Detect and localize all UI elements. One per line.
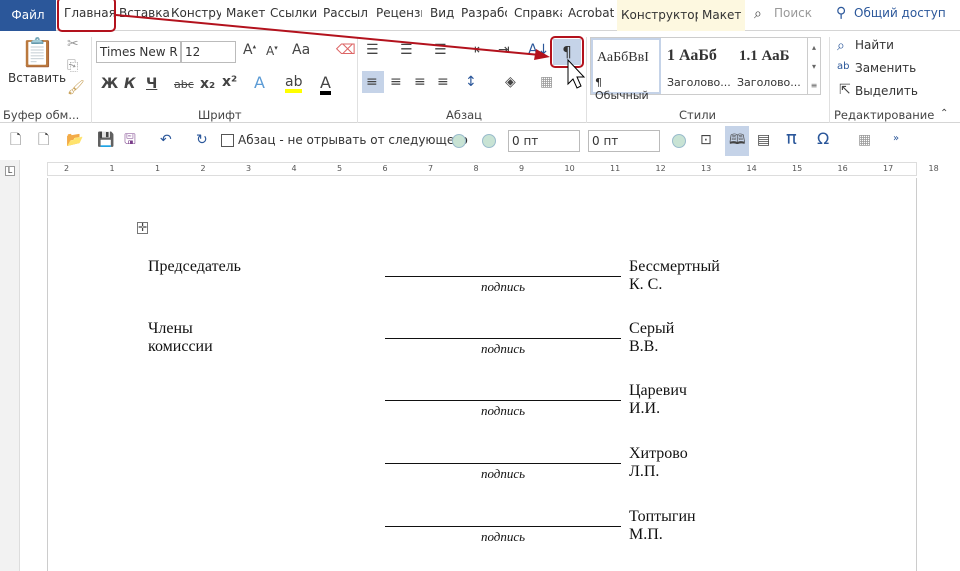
ruler-tick-label: 3 <box>246 164 252 173</box>
signature-caption: подпись <box>480 279 526 294</box>
quick-access-toolbar: 🗋 🗋 📂 💾 🖫 ↶ ↻ Абзац - не отрывать от сле… <box>0 124 960 158</box>
member-name: Серый В.В. <box>629 320 675 355</box>
keep-with-next-checkbox[interactable] <box>221 134 234 147</box>
ruler-tick-label: 11 <box>610 164 621 173</box>
member-name: Топтыгин М.П. <box>629 508 696 543</box>
signature-line <box>385 463 621 464</box>
circle-icon[interactable] <box>452 134 466 148</box>
role-chairman: Председатель <box>148 258 241 275</box>
ruler-tick-label: 13 <box>701 164 712 173</box>
spacing-before-input[interactable]: 0 пт <box>508 130 580 152</box>
signature-caption: подпись <box>480 529 526 544</box>
horizontal-ruler[interactable]: 2 1 1 2 3 4 5 6 7 8 9 10 11 12 13 14 15 16 17 18 <box>47 162 939 176</box>
save-as-icon[interactable]: 🖫 <box>124 133 136 147</box>
member-name: Царевич И.И. <box>629 382 687 417</box>
new-blank-icon[interactable]: 🗋 <box>38 133 49 147</box>
member-name: Бессмертный К. С. <box>629 258 720 293</box>
ruler-tick-label: 10 <box>564 164 575 173</box>
document-page[interactable]: ✛ <box>47 178 917 571</box>
signature-line <box>385 526 621 527</box>
open-icon[interactable]: 📂 <box>66 133 83 147</box>
equation-icon[interactable]: π <box>786 130 797 148</box>
signature-caption: подпись <box>480 403 526 418</box>
page-view-icon[interactable]: ⊡ <box>700 133 712 147</box>
role-members: Члены комиссии <box>148 320 213 355</box>
more-icon[interactable]: » <box>893 134 899 144</box>
signature-line <box>385 400 621 401</box>
new-document-icon[interactable]: 🗋 <box>10 133 21 147</box>
keep-with-next-label: Абзац - не отрывать от следующего <box>238 133 468 147</box>
ruler-tick-label: 1 <box>155 164 161 173</box>
symbol-icon[interactable]: Ω <box>817 131 829 147</box>
circle-icon[interactable] <box>482 134 496 148</box>
ruler-tick-label: 4 <box>291 164 297 173</box>
ruler-tick-label: 2 <box>200 164 206 173</box>
member-name: Хитрово Л.П. <box>629 445 688 480</box>
ruler-tick-label: 5 <box>337 164 343 173</box>
ruler-tick-label: 2 <box>64 164 70 173</box>
circle-icon[interactable] <box>672 134 686 148</box>
ruler-tick-label: 12 <box>655 164 666 173</box>
tab-selector[interactable]: L <box>5 166 15 176</box>
ruler-tick-label: 9 <box>519 164 525 173</box>
undo-icon[interactable]: ↶ <box>160 133 172 147</box>
signature-caption: подпись <box>480 341 526 356</box>
ruler-tick-label: 16 <box>837 164 848 173</box>
signature-line <box>385 276 621 277</box>
spacing-after-input[interactable]: 0 пт <box>588 130 660 152</box>
ruler-tick-label: 14 <box>746 164 757 173</box>
signature-caption: подпись <box>480 466 526 481</box>
ruler-tick-label: 18 <box>928 164 939 173</box>
ruler-tick-label: 8 <box>473 164 479 173</box>
ruler-tick-label: 6 <box>382 164 388 173</box>
annotation-arrow <box>115 14 586 89</box>
layout-icon[interactable]: ▤ <box>757 133 770 147</box>
ruler-tick-label: 17 <box>883 164 894 173</box>
vertical-ruler[interactable]: L <box>0 160 20 571</box>
redo-icon[interactable]: ↻ <box>196 133 208 147</box>
ruler-tick-label: 1 <box>109 164 115 173</box>
ruler-tick-label: 15 <box>792 164 803 173</box>
table-move-handle-icon[interactable]: ✛ <box>137 222 149 234</box>
signature-line <box>385 338 621 339</box>
save-icon[interactable]: 💾 <box>97 133 114 147</box>
book-icon: 🕮 <box>729 132 746 148</box>
ruler-tick-label: 7 <box>428 164 434 173</box>
table-grid-icon[interactable]: ▦ <box>858 133 871 147</box>
